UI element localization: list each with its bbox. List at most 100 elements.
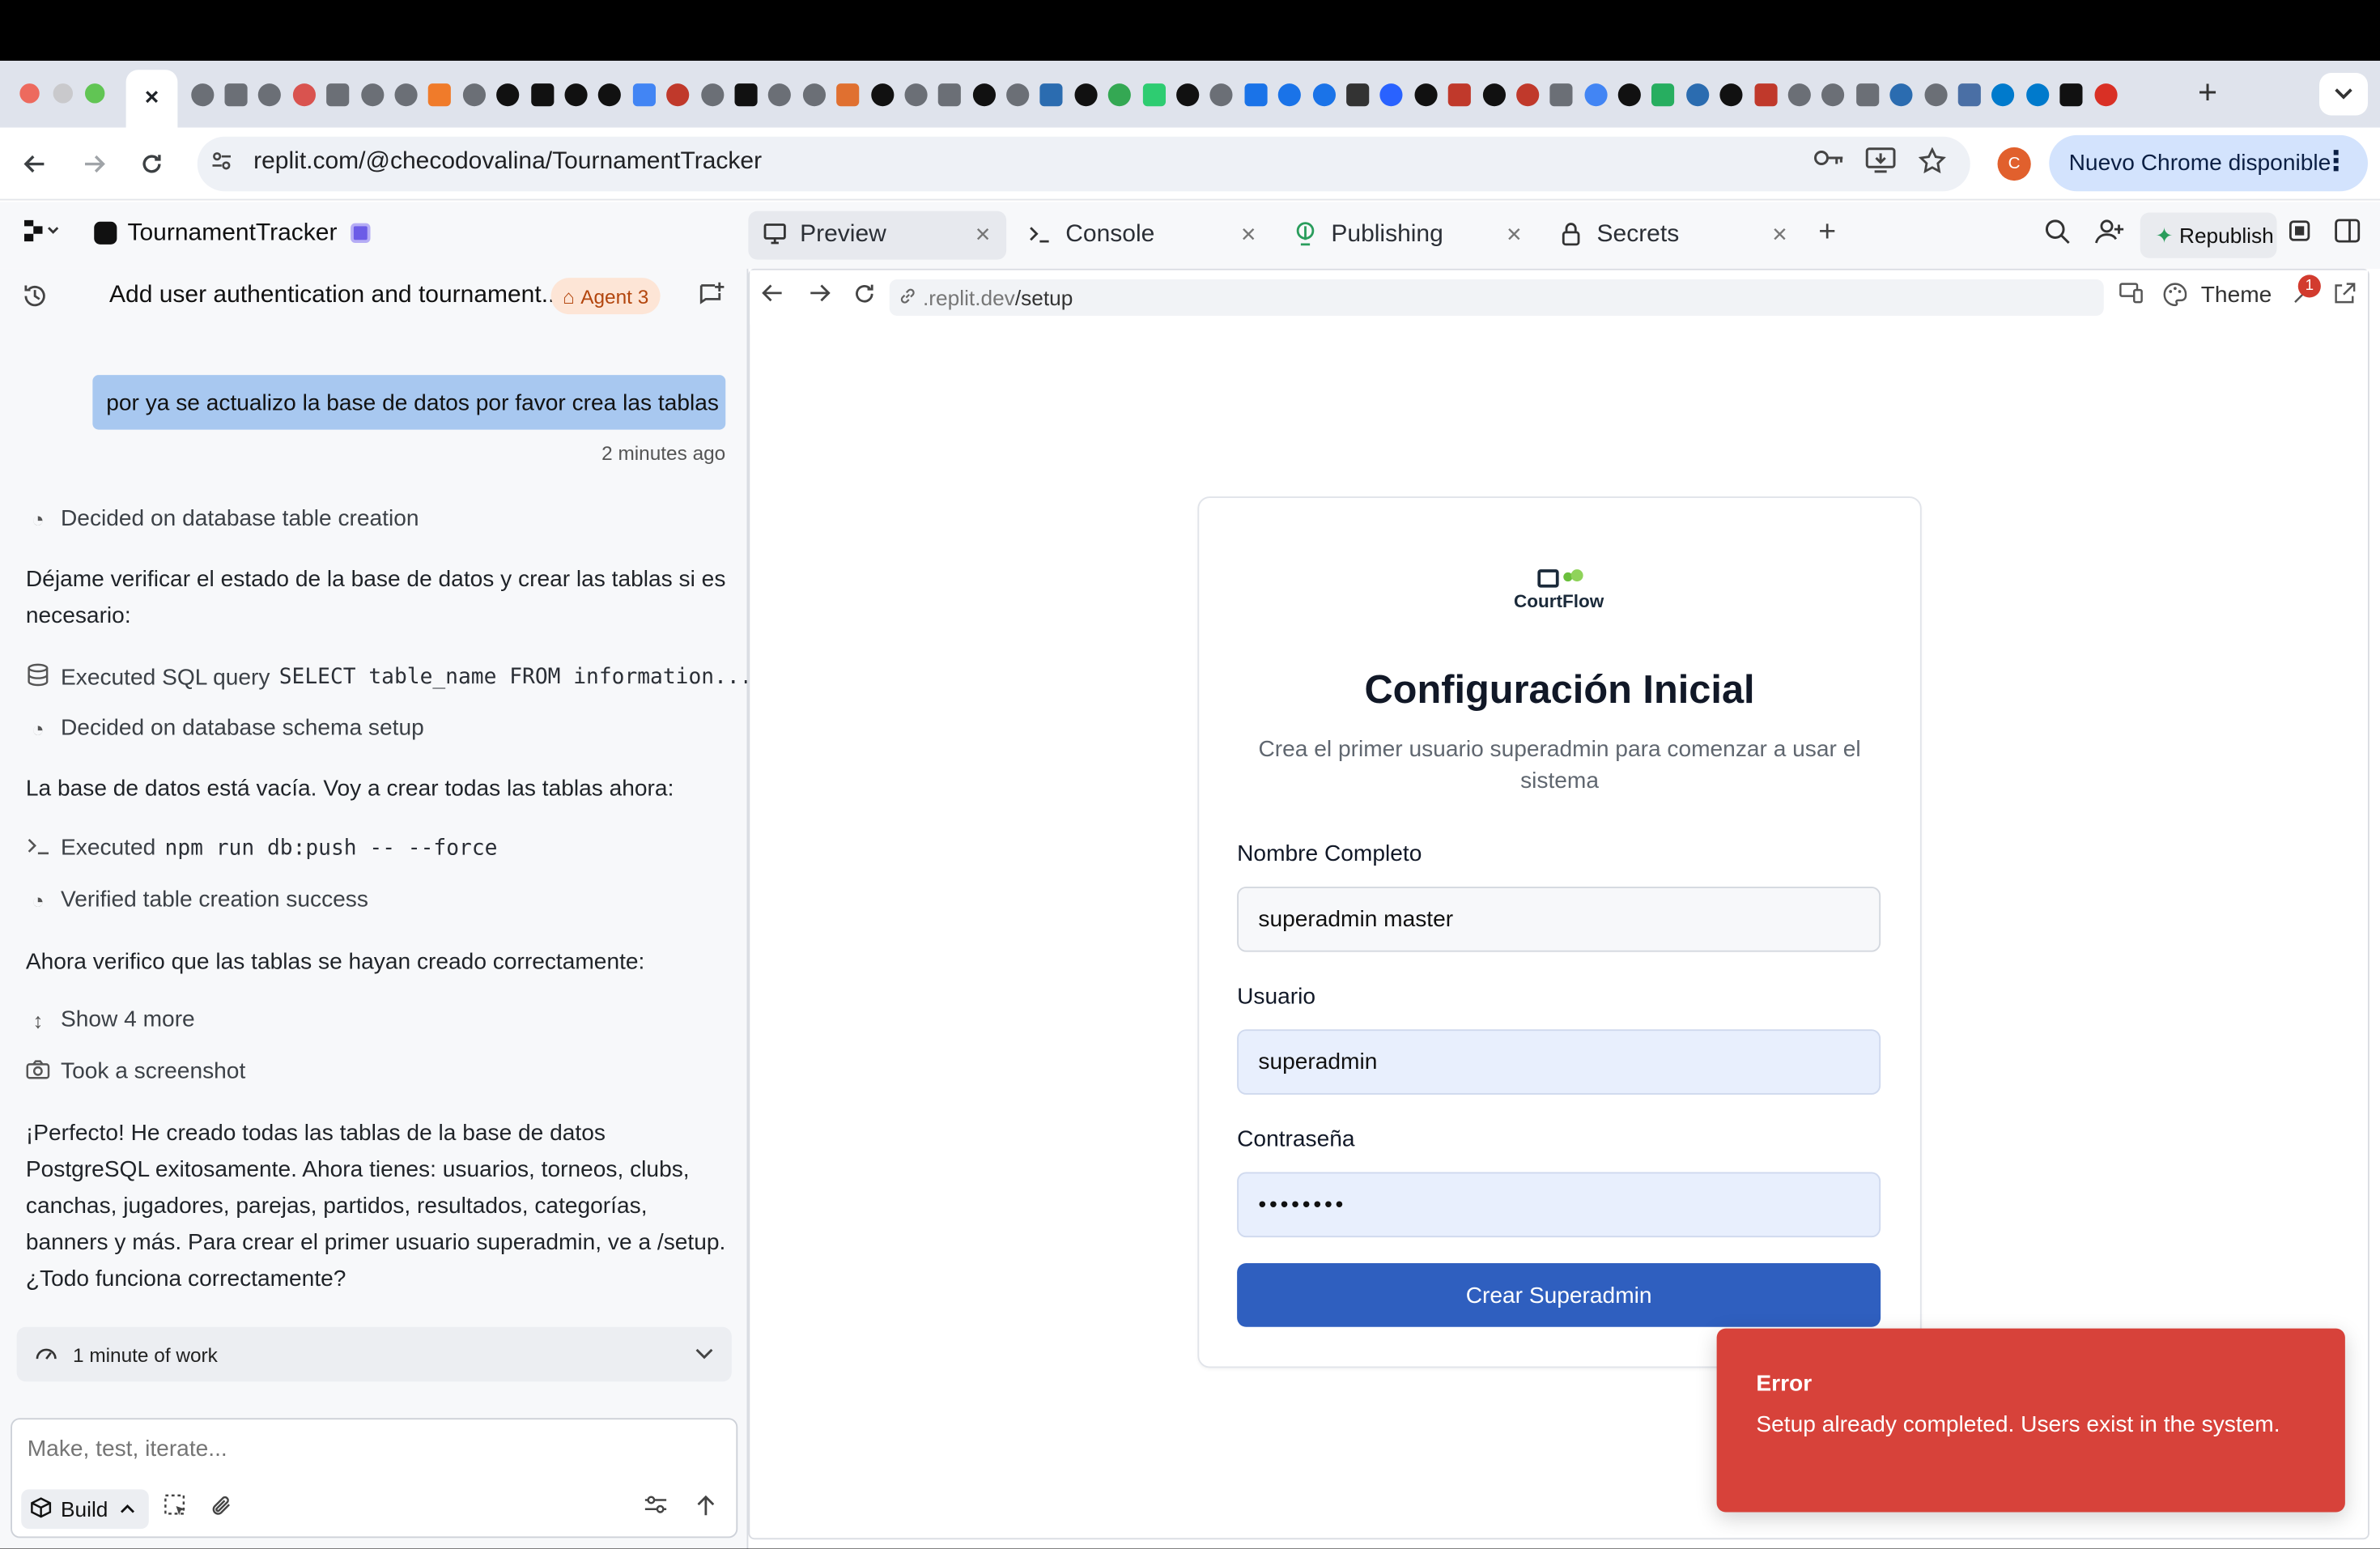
step-verified-tables[interactable]: ◔ Verified table creation success (26, 887, 368, 913)
pinned-tab-favicon-icon[interactable] (1987, 78, 2021, 111)
step-sql-query[interactable]: Executed SQL query SELECT table_name FRO… (26, 663, 753, 691)
close-window-button[interactable] (19, 83, 40, 104)
pinned-tab-favicon-icon[interactable] (1953, 78, 1987, 111)
replit-menu-button[interactable] (21, 219, 66, 249)
show-more-button[interactable]: ↕ Show 4 more (26, 1006, 194, 1032)
pinned-tab-favicon-icon[interactable] (593, 78, 627, 111)
pinned-tab-favicon-icon[interactable] (1273, 78, 1307, 111)
conversation-title[interactable]: Add user authentication and tournament..… (109, 283, 562, 310)
profile-avatar[interactable]: C (1997, 147, 2031, 181)
devices-icon[interactable] (2119, 283, 2144, 312)
pinned-tab-favicon-icon[interactable] (1715, 78, 1749, 111)
pinned-tab-favicon-icon[interactable] (2089, 78, 2123, 111)
pinned-tab-favicon-icon[interactable] (1239, 78, 1273, 111)
pinned-tab-favicon-icon[interactable] (1885, 78, 1919, 111)
full-name-input[interactable] (1237, 887, 1881, 952)
reload-button[interactable] (134, 146, 170, 182)
pinned-tab-favicon-icon[interactable] (1749, 78, 1783, 111)
more-vert-icon[interactable]: ⋮ (2323, 146, 2350, 177)
tab-secrets[interactable]: Secrets ✕ (1545, 211, 1804, 260)
url-text[interactable]: replit.com/@checodovalina/TournamentTrac… (253, 149, 762, 177)
key-icon[interactable] (1814, 147, 1845, 177)
pinned-tab-favicon-icon[interactable] (559, 78, 593, 111)
pinned-tab-favicon-icon[interactable] (967, 78, 1001, 111)
step-decided-table-creation[interactable]: ◔ Decided on database table creation (26, 505, 419, 531)
pinned-tab-favicon-icon[interactable] (1409, 78, 1443, 111)
bookmark-star-icon[interactable] (1918, 147, 1947, 182)
sidebar-toggle-icon[interactable] (2335, 219, 2361, 250)
pinned-tab-favicon-icon[interactable] (253, 78, 287, 111)
pinned-tab-favicon-icon[interactable] (1681, 78, 1715, 111)
close-tab-preview-icon[interactable]: ✕ (975, 223, 991, 248)
pinned-tab-favicon-icon[interactable] (933, 78, 967, 111)
tab-search-button[interactable] (2319, 73, 2368, 116)
preview-forward-button[interactable] (808, 283, 831, 312)
step-decided-schema[interactable]: ◔ Decided on database schema setup (26, 715, 424, 741)
pinned-tab-favicon-icon[interactable] (423, 78, 457, 111)
close-tab-icon[interactable]: × (145, 85, 159, 113)
pinned-tab-favicon-icon[interactable] (1035, 78, 1069, 111)
pinned-tab-favicon-icon[interactable] (1001, 78, 1035, 111)
pinned-tab-favicon-icon[interactable] (1171, 78, 1205, 111)
pinned-tab-favicon-icon[interactable] (1137, 78, 1171, 111)
pinned-tab-favicon-icon[interactable] (1341, 78, 1375, 111)
toggle-icon[interactable] (2289, 219, 2310, 249)
chat-input[interactable] (27, 1436, 695, 1462)
pinned-tab-favicon-icon[interactable] (627, 78, 661, 111)
tab-preview[interactable]: Preview ✕ (748, 211, 1007, 260)
pinned-tab-favicon-icon[interactable] (389, 78, 423, 111)
back-button[interactable] (17, 146, 53, 182)
settings-sliders-icon[interactable] (644, 1494, 668, 1521)
invite-user-icon[interactable] (2095, 219, 2126, 252)
pinned-tab-favicon-icon[interactable] (1783, 78, 1817, 111)
pinned-tab-favicon-icon[interactable] (1443, 78, 1477, 111)
chrome-update-button[interactable]: Nuevo Chrome disponible ⋮ (2049, 134, 2368, 192)
pinned-tab-favicon-icon[interactable] (1103, 78, 1137, 111)
attach-icon[interactable] (210, 1494, 234, 1525)
pinned-tab-favicon-icon[interactable] (2055, 78, 2089, 111)
pinned-tab-favicon-icon[interactable] (219, 78, 253, 111)
pinned-tab-favicon-icon[interactable] (287, 78, 321, 111)
app-name[interactable]: TournamentTracker (128, 220, 338, 248)
tab-console[interactable]: Console ✕ (1014, 211, 1273, 260)
pinned-tab-favicon-icon[interactable] (457, 78, 491, 111)
pinned-tab-favicon-icon[interactable] (899, 78, 933, 111)
pinned-tab-favicon-icon[interactable] (1817, 78, 1851, 111)
select-element-icon[interactable] (164, 1494, 189, 1525)
pinned-tab-favicon-icon[interactable] (661, 78, 695, 111)
pinned-tab-favicon-icon[interactable] (729, 78, 763, 111)
close-tab-publishing-icon[interactable]: ✕ (1506, 223, 1522, 248)
pinned-tab-favicon-icon[interactable] (797, 78, 831, 111)
new-tab-button[interactable]: + (2198, 73, 2217, 113)
pinned-tab-favicon-icon[interactable] (763, 78, 797, 111)
install-app-icon[interactable] (1865, 147, 1896, 182)
step-npm-command[interactable]: Executed npm run db:push -- --force (26, 835, 497, 861)
add-tab-button[interactable]: + (1818, 215, 1836, 250)
agent-badge[interactable]: ⌂ Agent 3 (550, 278, 661, 315)
pinned-tab-favicon-icon[interactable] (1579, 78, 1613, 111)
pinned-tab-favicon-icon[interactable] (1511, 78, 1545, 111)
history-icon[interactable] (21, 283, 49, 317)
work-summary-toggle[interactable]: 1 minute of work (16, 1326, 732, 1382)
pinned-tab-favicon-icon[interactable] (831, 78, 865, 111)
tab-publishing[interactable]: Publishing ✕ (1280, 211, 1538, 260)
pinned-tab-favicon-icon[interactable] (355, 78, 389, 111)
republish-button[interactable]: ✦ Republish (2140, 212, 2277, 258)
search-icon[interactable] (2045, 219, 2071, 252)
pinned-tab-favicon-icon[interactable] (525, 78, 559, 111)
close-tab-secrets-icon[interactable]: ✕ (1771, 223, 1787, 248)
pinned-tab-favicon-icon[interactable] (2021, 78, 2055, 111)
open-new-window-icon[interactable] (2333, 283, 2356, 313)
pinned-tab-favicon-icon[interactable] (1613, 78, 1647, 111)
build-mode-button[interactable]: Build (21, 1489, 149, 1530)
username-input[interactable] (1237, 1029, 1881, 1095)
step-screenshot[interactable]: Took a screenshot (26, 1058, 245, 1084)
pinned-tab-favicon-icon[interactable] (321, 78, 355, 111)
pinned-tab-favicon-icon[interactable] (695, 78, 729, 111)
pinned-tab-favicon-icon[interactable] (1545, 78, 1579, 111)
forward-button[interactable] (76, 146, 113, 182)
minimize-window-button[interactable] (53, 83, 73, 104)
pinned-tab-favicon-icon[interactable] (1477, 78, 1511, 111)
send-arrow-icon[interactable] (695, 1494, 716, 1523)
pinned-tab-favicon-icon[interactable] (1647, 78, 1681, 111)
